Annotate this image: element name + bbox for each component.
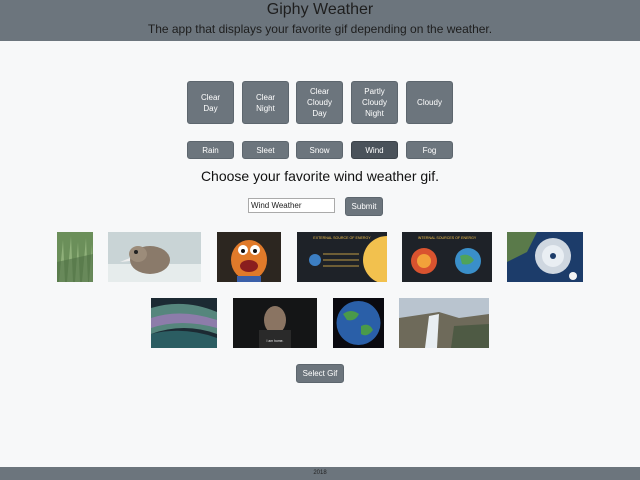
partly-cloudy-night-button[interactable]: Partly Cloudy Night [351, 81, 398, 124]
gif-heading: Choose your favorite wind weather gif. [200, 168, 440, 184]
gif-ice-age[interactable] [108, 232, 201, 282]
gif-earth[interactable] [333, 298, 384, 348]
gif-solar-energy-2[interactable]: INTERNAL SOURCES OF ENERGY [402, 232, 492, 282]
gif-particles[interactable] [151, 298, 217, 348]
submit-button[interactable]: Submit [345, 197, 383, 216]
gif-caption: I am home. [267, 339, 284, 343]
gif-hurricane[interactable] [507, 232, 583, 282]
select-gif-button[interactable]: Select Gif [296, 364, 344, 383]
gif-movie-scene[interactable]: I am home. [233, 298, 317, 348]
gif-solar-energy-1[interactable]: EXTERNAL SOURCE OF ENERGY [297, 232, 387, 282]
app-header: Giphy Weather The app that displays your… [0, 0, 640, 41]
gif-waterfall[interactable] [399, 298, 489, 348]
app-title: Giphy Weather [266, 1, 374, 18]
clear-cloudy-day-button[interactable]: Clear Cloudy Day [296, 81, 343, 124]
footer-text: 2018 [313, 470, 327, 476]
solar-title-1: EXTERNAL SOURCE OF ENERGY [313, 236, 371, 240]
gif-muppet[interactable] [217, 232, 281, 282]
search-input[interactable] [248, 198, 335, 213]
footer: 2018 [0, 467, 640, 480]
snow-button[interactable]: Snow [296, 141, 343, 159]
cloudy-button[interactable]: Cloudy [406, 81, 453, 124]
fog-button[interactable]: Fog [406, 141, 453, 159]
app-subtitle: The app that displays your favorite gif … [147, 22, 493, 36]
rain-button[interactable]: Rain [187, 141, 234, 159]
sleet-button[interactable]: Sleet [242, 141, 289, 159]
clear-day-button[interactable]: Clear Day [187, 81, 234, 124]
clear-night-button[interactable]: Clear Night [242, 81, 289, 124]
wind-button[interactable]: Wind [351, 141, 398, 159]
gif-grass[interactable] [57, 232, 93, 282]
solar-title-2: INTERNAL SOURCES OF ENERGY [418, 236, 477, 240]
